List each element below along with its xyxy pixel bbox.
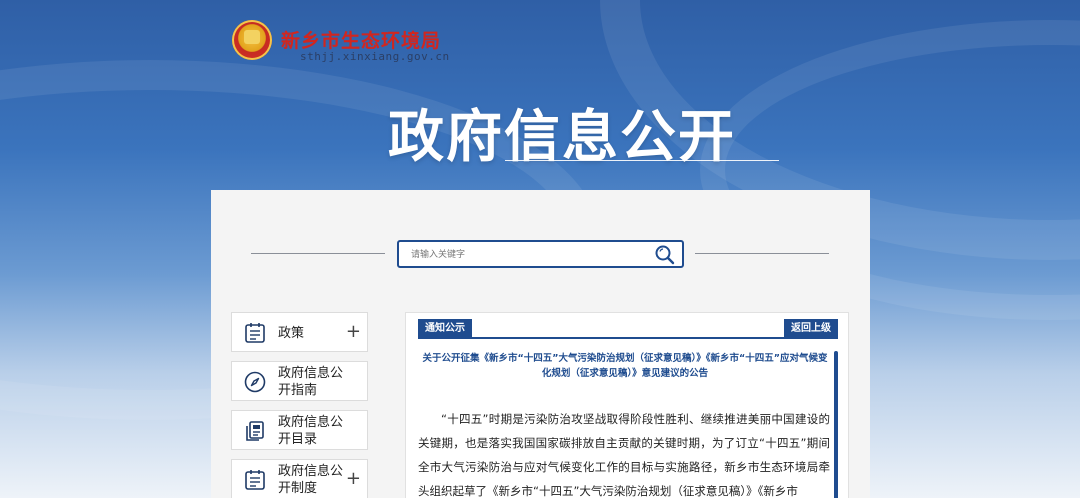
sidebar-item-policy[interactable]: 政策 + — [231, 312, 368, 352]
sidebar-item-label: 政府信息公开目录 — [278, 415, 344, 447]
tab-notice[interactable]: 通知公示 — [418, 319, 472, 339]
sidebar-item-guide[interactable]: 政府信息公开指南 — [231, 361, 368, 401]
sidebar-item-label: 政府信息公开指南 — [278, 366, 344, 398]
compass-icon — [243, 370, 267, 394]
back-button[interactable]: 返回上级 — [784, 319, 838, 339]
site-name[interactable]: 新乡市生态环境局 — [281, 26, 441, 53]
sidebar-item-label: 政策 — [278, 325, 305, 341]
search-icon[interactable] — [654, 244, 676, 266]
article-title: 关于公开征集《新乡市“十四五”大气污染防治规划（征求意见稿）》《新乡市“十四五”… — [422, 353, 828, 379]
search-input[interactable] — [411, 246, 641, 264]
calendar-list-icon — [243, 468, 267, 492]
site-domain: sthjj.xinxiang.gov.cn — [300, 50, 450, 63]
scrollbar[interactable] — [834, 351, 838, 498]
article-panel: 通知公示 返回上级 关于公开征集《新乡市“十四五”大气污染防治规划（征求意见稿）… — [405, 312, 849, 498]
article-body: “十四五”时期是污染防治攻坚战取得阶段性胜利、继续推进美丽中国建设的关键期，也是… — [418, 412, 830, 498]
sidebar-item-label: 政府信息公开制度 — [278, 464, 344, 496]
sidebar: 政策 + 政府信息公开指南 政府信息公开目录 政府信息公开制度 + — [231, 312, 368, 498]
expand-plus-icon[interactable]: + — [346, 323, 361, 341]
expand-plus-icon[interactable]: + — [346, 470, 361, 488]
document-icon — [243, 419, 267, 443]
search-divider-left — [251, 253, 385, 254]
emblem-logo[interactable] — [232, 20, 272, 60]
tab-bar: 通知公示 返回上级 — [418, 319, 838, 339]
title-underline — [505, 160, 779, 161]
search-box — [397, 240, 684, 268]
search-divider-right — [695, 253, 829, 254]
main-panel: 政策 + 政府信息公开指南 政府信息公 — [211, 190, 870, 498]
sidebar-item-catalog[interactable]: 政府信息公开目录 — [231, 410, 368, 450]
calendar-list-icon — [243, 321, 267, 345]
sidebar-item-system[interactable]: 政府信息公开制度 + — [231, 459, 368, 498]
